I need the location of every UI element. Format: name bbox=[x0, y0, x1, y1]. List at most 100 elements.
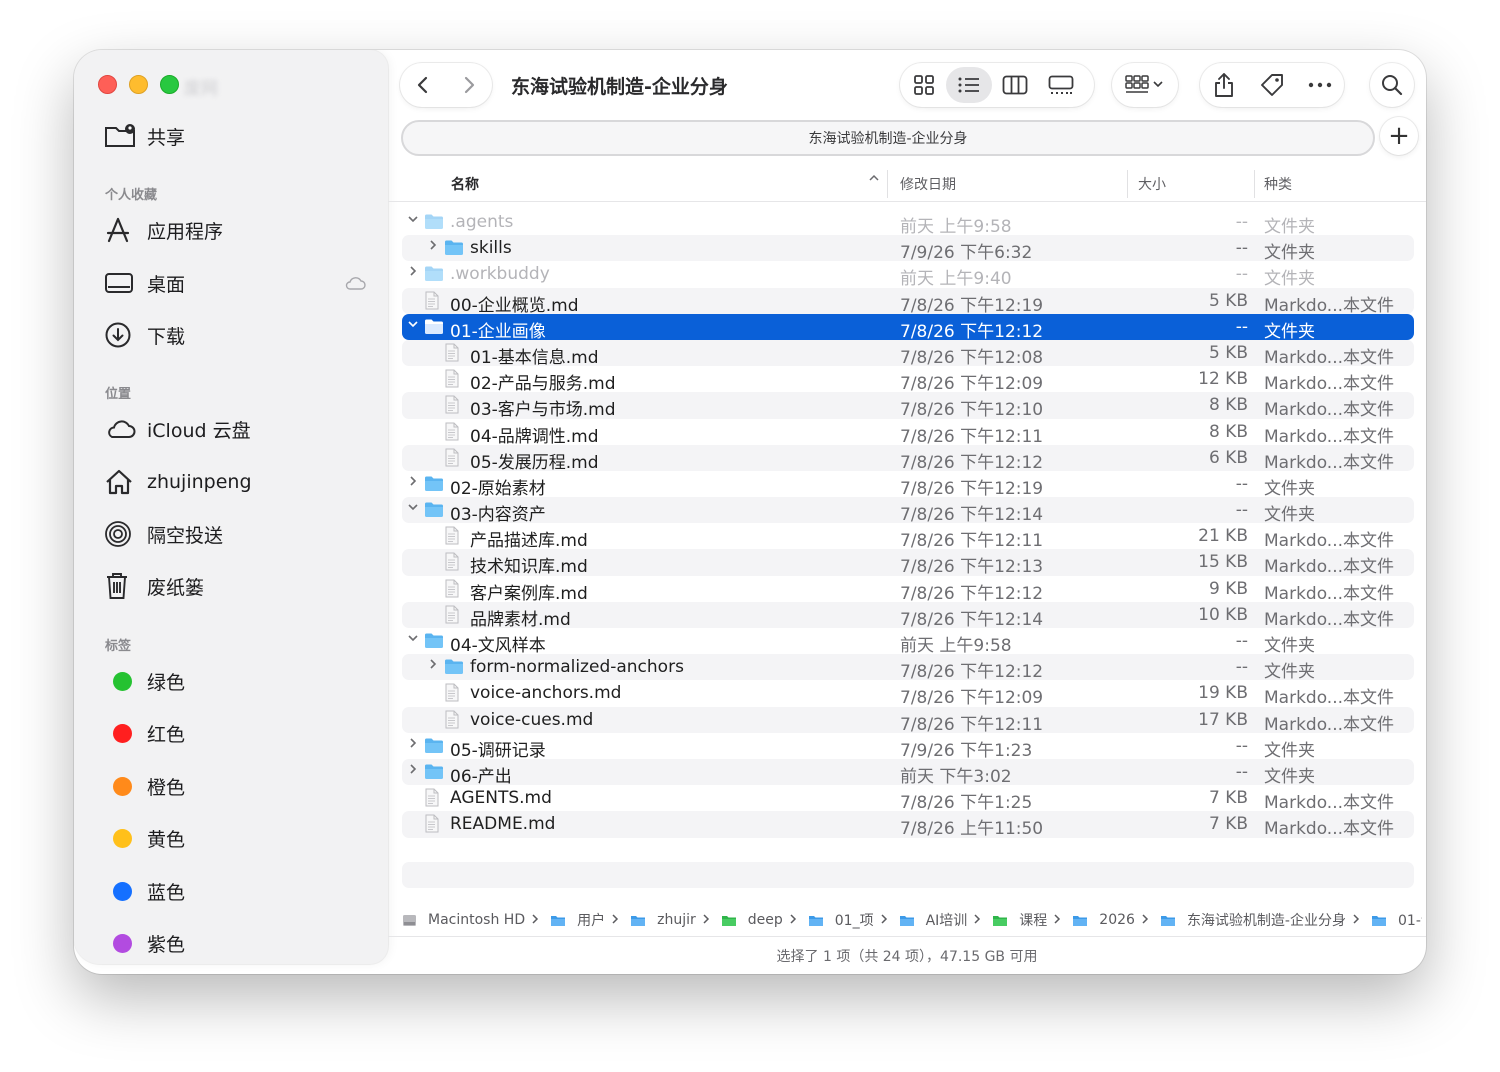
sidebar-item-trash[interactable]: 废纸篓 bbox=[104, 566, 204, 606]
file-row[interactable]: voice-cues.md 7/8/26 下午12:11 17 KB Markdo..… bbox=[402, 706, 1414, 735]
folder-row[interactable]: .agents 前天 上午9:58 -- 文件夹 bbox=[402, 209, 1414, 237]
column-date-header[interactable]: 修改日期 bbox=[900, 174, 956, 194]
share-button[interactable] bbox=[1200, 63, 1248, 107]
file-row[interactable]: 02-产品与服务.md 7/8/26 下午12:09 12 KB Markdo...本… bbox=[402, 366, 1414, 394]
forward-button[interactable] bbox=[446, 63, 492, 107]
sidebar-item-desktop[interactable]: 桌面 bbox=[104, 263, 185, 303]
disclosure-collapsed-icon[interactable] bbox=[406, 763, 420, 779]
file-row[interactable]: README.md 7/8/26 上午11:50 7 KB Markdo...本文件 bbox=[402, 811, 1414, 840]
disclosure-collapsed-icon[interactable] bbox=[406, 475, 420, 491]
search-button[interactable] bbox=[1370, 63, 1414, 107]
back-button[interactable] bbox=[400, 63, 446, 107]
sidebar-item-label: 绿色 bbox=[147, 671, 186, 694]
folder-row[interactable]: 01-企业画像 7/8/26 下午12:12 -- 文件夹 bbox=[402, 313, 1414, 342]
file-row[interactable]: 技术知识库.md 7/8/26 下午12:13 15 KB Markdo...本文件 bbox=[402, 549, 1414, 578]
icon-view-button[interactable] bbox=[902, 63, 946, 107]
file-row[interactable]: voice-anchors.md 7/8/26 下午12:09 19 KB Markd… bbox=[402, 680, 1414, 708]
gallery-view-button[interactable] bbox=[1038, 63, 1084, 107]
file-row[interactable]: 客户案例库.md 7/8/26 下午12:12 9 KB Markdo...本文件 bbox=[402, 576, 1414, 604]
folder-row[interactable]: .workbuddy 前天 上午9:40 -- 文件夹 bbox=[402, 261, 1414, 289]
folder-row[interactable]: 05-调研记录 7/9/26 下午1:23 -- 文件夹 bbox=[402, 733, 1414, 761]
file-name: 00-企业概览.md bbox=[450, 295, 579, 316]
sort-ascending-icon[interactable] bbox=[868, 172, 880, 186]
file-kind: Markdo...本文件 bbox=[1264, 557, 1395, 578]
file-size: -- bbox=[1235, 212, 1248, 232]
file-size: 21 KB bbox=[1198, 526, 1248, 547]
group-by-button[interactable] bbox=[1112, 63, 1178, 107]
disclosure-expanded-icon[interactable] bbox=[406, 318, 420, 334]
file-row[interactable]: 03-客户与市场.md 7/8/26 下午12:10 8 KB Markdo...本文… bbox=[402, 392, 1414, 420]
column-name-header[interactable]: 名称 bbox=[451, 174, 479, 194]
more-button[interactable] bbox=[1296, 63, 1344, 107]
modified-date: 前天 上午9:58 bbox=[900, 636, 1012, 656]
folder-icon bbox=[424, 632, 444, 653]
folder-row[interactable]: skills 7/9/26 下午6:32 -- 文件夹 bbox=[402, 235, 1414, 263]
breadcrumb-item[interactable]: 01-企业画像 bbox=[1371, 910, 1422, 930]
sidebar-tag-orange[interactable]: 橙色 bbox=[104, 766, 185, 806]
disclosure-expanded-icon[interactable] bbox=[406, 632, 420, 648]
close-button[interactable] bbox=[98, 75, 117, 94]
column-kind-header[interactable]: 种类 bbox=[1264, 174, 1292, 194]
breadcrumb-item[interactable]: Macintosh HD bbox=[402, 912, 550, 928]
disclosure-collapsed-icon[interactable] bbox=[426, 658, 440, 674]
folder-row[interactable]: 02-原始素材 7/8/26 下午12:19 -- 文件夹 bbox=[402, 471, 1414, 499]
disclosure-collapsed-icon[interactable] bbox=[426, 239, 440, 255]
minimize-button[interactable] bbox=[129, 75, 148, 94]
sidebar-tag-red[interactable]: 红色 bbox=[104, 713, 185, 753]
sidebar-item-applications[interactable]: 应用程序 bbox=[104, 210, 223, 250]
column-view-button[interactable] bbox=[992, 63, 1038, 107]
sidebar-item-shared[interactable]: 共享 bbox=[104, 116, 185, 156]
folder-icon bbox=[424, 265, 444, 286]
disclosure-collapsed-icon[interactable] bbox=[406, 265, 420, 281]
modified-date: 7/8/26 上午11:50 bbox=[900, 819, 1044, 840]
zoom-button[interactable] bbox=[160, 75, 179, 94]
sidebar-tag-green[interactable]: 绿色 bbox=[104, 661, 185, 701]
breadcrumb-item[interactable]: AI培训 bbox=[899, 910, 993, 930]
file-row[interactable]: 品牌素材.md 7/8/26 下午12:14 10 KB Markdo...本文件 bbox=[402, 601, 1414, 630]
breadcrumb-item[interactable]: 东海试验机制造-企业分身 bbox=[1160, 910, 1371, 930]
column-view-icon bbox=[1002, 75, 1028, 95]
breadcrumb-item[interactable]: 用户 bbox=[550, 910, 630, 930]
folder-row[interactable]: form-normalized-anchors 7/8/26 下午12:12 -- 文… bbox=[402, 654, 1414, 682]
folder-row[interactable]: 04-文风样本 前天 上午9:58 -- 文件夹 bbox=[402, 628, 1414, 656]
folder-icon bbox=[424, 318, 444, 339]
file-size: 7 KB bbox=[1208, 788, 1248, 809]
file-row[interactable]: 00-企业概览.md 7/8/26 下午12:19 5 KB Markdo...本文件 bbox=[402, 287, 1414, 316]
breadcrumb-item[interactable]: 2026 bbox=[1072, 912, 1160, 928]
disclosure-collapsed-icon[interactable] bbox=[406, 737, 420, 753]
file-row[interactable]: AGENTS.md 7/8/26 下午1:25 7 KB Markdo...本文件 bbox=[402, 785, 1414, 814]
column-size-header[interactable]: 大小 bbox=[1138, 174, 1166, 194]
sidebar-tag-purple[interactable]: 紫色 bbox=[104, 923, 185, 963]
sidebar-tag-blue[interactable]: 蓝色 bbox=[104, 871, 185, 911]
folder-row[interactable]: 03-内容资产 7/8/26 下午12:14 -- 文件夹 bbox=[402, 497, 1414, 525]
sidebar-item-icloud[interactable]: iCloud 云盘 bbox=[104, 409, 251, 449]
breadcrumb-item[interactable]: 01_项 bbox=[808, 910, 899, 930]
breadcrumb-item[interactable]: deep bbox=[721, 912, 808, 928]
document-icon bbox=[444, 343, 460, 367]
file-row[interactable]: 01-基本信息.md 7/8/26 下午12:08 5 KB Markdo...本文件 bbox=[402, 339, 1414, 368]
document-icon bbox=[444, 526, 460, 550]
file-kind: Markdo...本文件 bbox=[1264, 793, 1395, 814]
file-row[interactable]: 05-发展历程.md 7/8/26 下午12:12 6 KB Markdo...本文件 bbox=[402, 444, 1414, 473]
breadcrumb-separator-icon bbox=[973, 913, 986, 928]
sidebar-item-home[interactable]: zhujinpeng bbox=[104, 462, 252, 502]
breadcrumb-label: 2026 bbox=[1099, 912, 1135, 928]
sidebar-item-label: 红色 bbox=[147, 723, 186, 746]
sidebar-item-airdrop[interactable]: 隔空投送 bbox=[104, 514, 223, 554]
sidebar-item-downloads[interactable]: 下载 bbox=[104, 315, 185, 355]
folder-row[interactable]: 06-产出 前天 下午3:02 -- 文件夹 bbox=[402, 758, 1414, 787]
file-row[interactable]: 04-品牌调性.md 7/8/26 下午12:11 8 KB Markdo...本文件 bbox=[402, 419, 1414, 447]
disclosure-expanded-icon[interactable] bbox=[406, 501, 420, 517]
breadcrumb-item[interactable]: zhujir bbox=[630, 912, 721, 928]
disclosure-expanded-icon[interactable] bbox=[406, 213, 420, 229]
share-icon bbox=[1215, 73, 1233, 97]
modified-date: 7/8/26 下午12:12 bbox=[900, 583, 1044, 604]
tag-button[interactable] bbox=[1248, 63, 1296, 107]
new-tab-button[interactable]: + bbox=[1380, 117, 1418, 155]
breadcrumb-label: deep bbox=[747, 912, 783, 928]
list-view-button[interactable] bbox=[946, 67, 992, 103]
file-row[interactable]: 产品描述库.md 7/8/26 下午12:11 21 KB Markdo...本文件 bbox=[402, 523, 1414, 551]
path-tab-bar[interactable]: 东海试验机制造-企业分身 bbox=[401, 120, 1375, 156]
sidebar-tag-yellow[interactable]: 黄色 bbox=[104, 818, 185, 858]
breadcrumb-item[interactable]: 课程 bbox=[992, 910, 1072, 930]
